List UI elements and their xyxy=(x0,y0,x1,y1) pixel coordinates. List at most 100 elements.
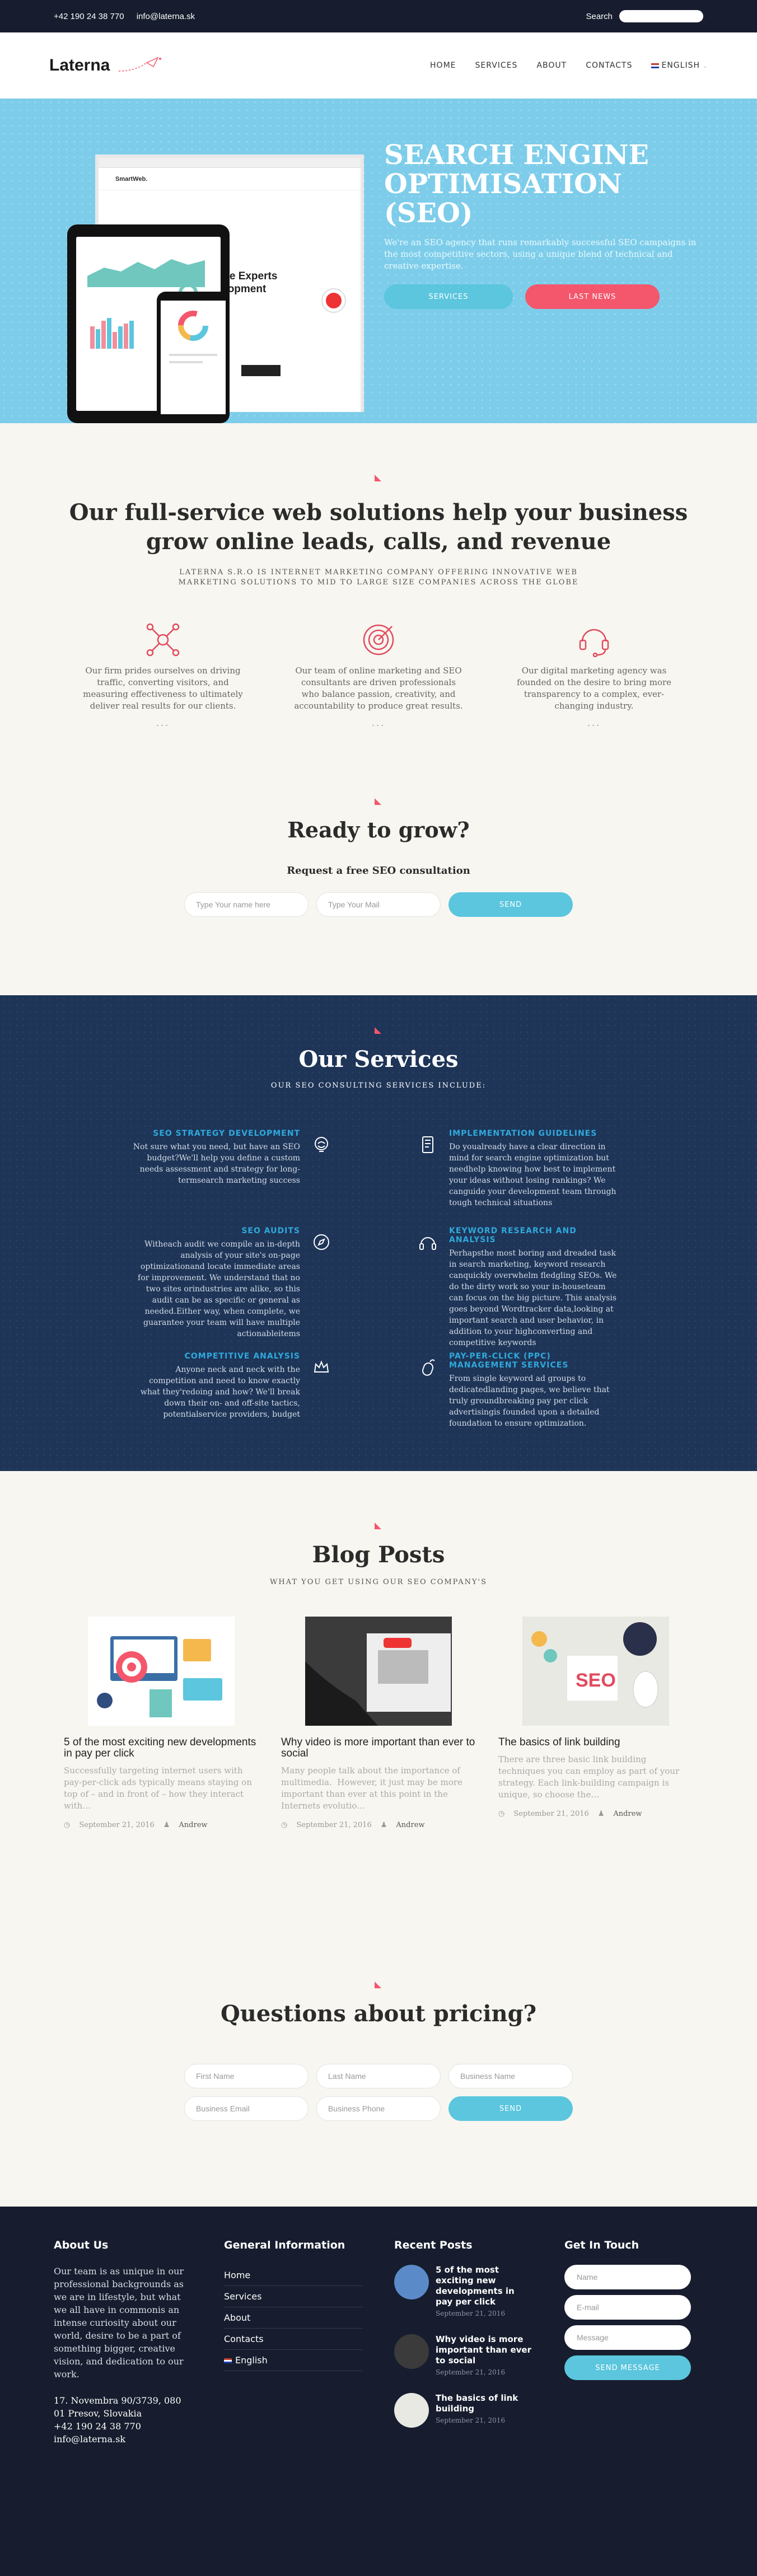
first-name-input[interactable]: First Name xyxy=(184,2064,309,2088)
section-marker-icon xyxy=(375,1980,382,1988)
recent-post[interactable]: 5 of the most exciting new developments … xyxy=(394,2265,533,2317)
footer-email[interactable]: info@laterna.sk xyxy=(54,2433,193,2446)
recent-post-thumb xyxy=(394,2265,429,2299)
footer-link-contacts[interactable]: Contacts xyxy=(224,2329,363,2350)
features-row: Our firm prides ourselves on driving tra… xyxy=(0,620,757,728)
post-author[interactable]: Andrew xyxy=(613,1810,642,1818)
send-message-button[interactable]: SEND MESSAGE xyxy=(564,2355,691,2380)
footer-recent-posts: Recent Posts 5 of the most exciting new … xyxy=(394,2239,533,2576)
user-icon: ♟ xyxy=(597,1810,605,1818)
hero-content: SEARCH ENGINE OPTIMISATION (SEO) We're a… xyxy=(384,140,698,309)
nav-menu: HOME SERVICES ABOUT CONTACTS ENGLISH ⌄ xyxy=(430,61,708,70)
intro-title: Our full-service web solutions help your… xyxy=(69,499,688,555)
top-bar: +42 190 24 38 770 info@laterna.sk Search xyxy=(0,0,757,32)
service-text: Do youalready have a clear direction in … xyxy=(449,1142,616,1207)
clock-icon: ◷ xyxy=(64,1821,71,1829)
intro-section: Our full-service web solutions help your… xyxy=(0,423,757,758)
service-title[interactable]: SEO STRATEGY DEVELOPMENT xyxy=(132,1129,300,1138)
post-date: September 21, 2016 xyxy=(296,1821,372,1829)
feature-more[interactable]: ... xyxy=(509,718,680,728)
nav-home[interactable]: HOME xyxy=(430,61,456,70)
post-image[interactable]: SEO xyxy=(522,1617,669,1726)
services-button[interactable]: SERVICES xyxy=(384,284,513,309)
footer-link-services[interactable]: Services xyxy=(224,2286,363,2307)
topbar-email[interactable]: info@laterna.sk xyxy=(137,12,195,21)
footer-get-in-touch: Get In Touch Name E-mail Message SEND ME… xyxy=(564,2239,703,2576)
last-name-input[interactable]: Last Name xyxy=(316,2064,441,2088)
logo[interactable]: Laterna xyxy=(49,54,163,77)
feature-card: Our firm prides ourselves on driving tra… xyxy=(78,620,249,728)
feature-card: Our team of online marketing and SEO con… xyxy=(293,620,464,728)
section-marker-icon xyxy=(375,474,382,481)
post-title[interactable]: Why video is more important than ever to… xyxy=(281,1737,476,1759)
business-name-input[interactable]: Business Name xyxy=(448,2064,573,2088)
mockup-cup xyxy=(323,289,345,312)
post-author[interactable]: Andrew xyxy=(179,1821,207,1829)
post-image[interactable] xyxy=(88,1617,235,1726)
post-title[interactable]: 5 of the most exciting new developments … xyxy=(64,1737,259,1759)
send-button[interactable]: SEND xyxy=(448,892,573,917)
business-email-input[interactable]: Business Email xyxy=(184,2096,309,2121)
mail-input[interactable]: Type Your Mail xyxy=(316,892,441,917)
footer-link-home[interactable]: Home xyxy=(224,2265,363,2286)
footer-link-language[interactable]: English xyxy=(224,2350,363,2371)
name-input[interactable]: Type Your name here xyxy=(184,892,309,917)
recent-post[interactable]: The basics of link building September 21,… xyxy=(394,2393,533,2428)
feature-more[interactable]: ... xyxy=(78,718,249,728)
footer-link-about[interactable]: About xyxy=(224,2307,363,2329)
post-author[interactable]: Andrew xyxy=(396,1821,424,1829)
footer-phone[interactable]: +42 190 24 38 770 xyxy=(54,2420,193,2433)
search-input[interactable] xyxy=(619,10,703,22)
nav-about[interactable]: ABOUT xyxy=(536,61,567,70)
recent-post-title[interactable]: 5 of the most exciting new developments … xyxy=(436,2265,533,2307)
services-grid: SEO STRATEGY DEVELOPMENT Not sure what yo… xyxy=(0,1129,757,1436)
feature-more[interactable]: ... xyxy=(293,718,464,728)
services-section: Our Services OUR SEO CONSULTING SERVICES… xyxy=(0,995,757,1471)
uk-flag-icon xyxy=(224,2358,232,2363)
grow-title: Ready to grow? xyxy=(287,817,470,842)
footer-contact: 17. Novembra 90/3739, 080 01 Presov, Slo… xyxy=(54,2394,193,2446)
post-meta: ◷ September 21, 2016 ♟ Andrew xyxy=(64,1821,259,1829)
section-marker-icon xyxy=(375,1026,382,1034)
nav-services[interactable]: SERVICES xyxy=(475,61,518,70)
pricing-send-button[interactable]: SEND xyxy=(448,2096,573,2121)
post-excerpt: There are three basic link building tech… xyxy=(498,1754,680,1800)
nav-language[interactable]: ENGLISH ⌄ xyxy=(651,61,708,70)
footer: About Us Our team is as unique in our pr… xyxy=(0,2207,757,2576)
section-marker-icon xyxy=(375,797,382,805)
feature-text: Our team of online marketing and SEO con… xyxy=(294,666,463,711)
post-image[interactable] xyxy=(305,1617,452,1726)
blog-subtitle: WHAT YOU GET USING OUR SEO COMPANY'S xyxy=(269,1578,488,1586)
recent-post-title[interactable]: Why video is more important than ever to… xyxy=(436,2334,533,2366)
service-title[interactable]: KEYWORD RESEARCH AND ANALYSIS xyxy=(449,1226,617,1244)
footer-address: 17. Novembra 90/3739, 080 01 Presov, Slo… xyxy=(54,2395,181,2419)
recent-post-title[interactable]: The basics of link building xyxy=(436,2393,533,2414)
topbar-phone[interactable]: +42 190 24 38 770 xyxy=(54,12,124,21)
service-text: Not sure what you need, but have an SEO … xyxy=(133,1142,300,1185)
consultation-form: Type Your name here Type Your Mail SEND xyxy=(0,892,757,917)
nav-contacts[interactable]: CONTACTS xyxy=(586,61,632,70)
service-title[interactable]: IMPLEMENTATION GUIDELINES xyxy=(449,1129,617,1138)
footer-name-input[interactable]: Name xyxy=(564,2265,691,2289)
service-item: SEO AUDITS Witheach audit we compile an i… xyxy=(132,1226,401,1338)
hero-title: SEARCH ENGINE OPTIMISATION (SEO) xyxy=(384,139,649,229)
footer-email-input[interactable]: E-mail xyxy=(564,2295,691,2320)
service-title[interactable]: SEO AUDITS xyxy=(132,1226,300,1235)
blog-section: Blog Posts WHAT YOU GET USING OUR SEO CO… xyxy=(0,1471,757,1952)
business-phone-input[interactable]: Business Phone xyxy=(316,2096,441,2121)
grow-subtitle: Request a free SEO consultation xyxy=(287,865,470,877)
post-title[interactable]: The basics of link building xyxy=(498,1737,693,1748)
mockup-button xyxy=(241,365,281,376)
footer-message-input[interactable]: Message xyxy=(564,2325,691,2350)
last-news-button[interactable]: LAST NEWS xyxy=(525,284,660,309)
recent-post-thumb xyxy=(394,2393,429,2428)
service-text: Perhapsthe most boring and dreaded task … xyxy=(449,1249,617,1347)
section-marker-icon xyxy=(375,1521,382,1529)
clock-icon: ◷ xyxy=(281,1821,288,1829)
recent-post[interactable]: Why video is more important than ever to… xyxy=(394,2334,533,2376)
service-title[interactable]: COMPETITIVE ANALYSIS xyxy=(132,1352,300,1361)
crown-icon xyxy=(314,1360,329,1373)
language-label: ENGLISH xyxy=(661,61,700,70)
service-title[interactable]: PAY-PER-CLICK (PPC) MANAGEMENT SERVICES xyxy=(449,1352,617,1370)
topbar-search: Search xyxy=(586,10,703,22)
